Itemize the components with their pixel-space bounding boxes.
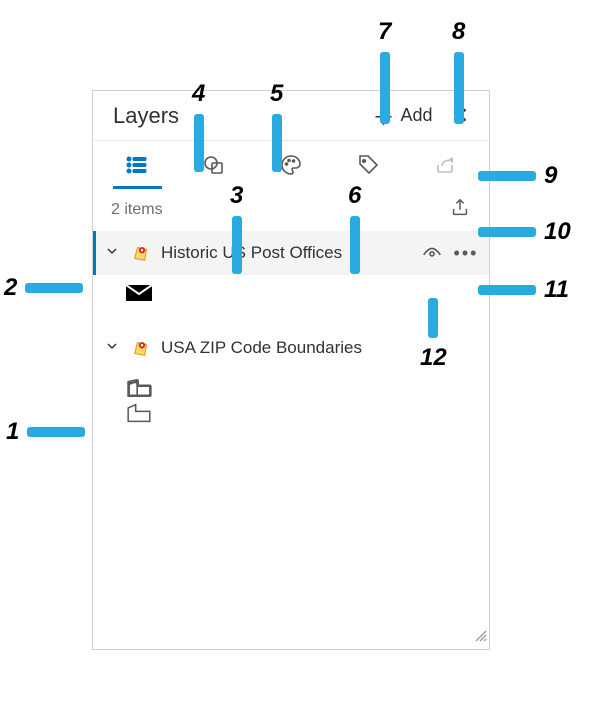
callout-3: 3 — [230, 182, 243, 274]
tab-list[interactable] — [99, 141, 176, 189]
callout-11: 11 — [478, 276, 569, 304]
share-icon — [433, 153, 457, 177]
callout-5: 5 — [270, 80, 283, 172]
layer-label: Historic US Post Offices — [161, 243, 411, 263]
item-count-text: 2 items — [111, 201, 163, 219]
callout-6: 6 — [348, 182, 361, 274]
tab-bar — [93, 141, 489, 189]
callout-4: 4 — [192, 80, 205, 172]
add-button-label: Add — [401, 105, 433, 126]
layer-row-historic-post-offices[interactable]: Historic US Post Offices ••• — [93, 231, 489, 275]
resize-grip[interactable] — [473, 628, 487, 647]
polygon-icon — [125, 403, 153, 423]
add-button[interactable]: ＋ Add — [363, 94, 443, 138]
tab-labels[interactable] — [329, 141, 406, 189]
eye-partial-icon — [421, 242, 443, 264]
expand-toggle[interactable] — [101, 338, 123, 359]
panel-title: Layers — [113, 103, 363, 129]
polygon-icon — [125, 378, 153, 398]
more-options-button[interactable]: ••• — [453, 243, 479, 264]
tag-icon — [356, 153, 380, 177]
callout-2: 2 — [4, 274, 83, 302]
callout-8: 8 — [452, 18, 465, 124]
callout-10: 10 — [478, 218, 571, 246]
item-count-row: 2 items — [93, 189, 489, 231]
layer-symbology — [93, 370, 489, 441]
feature-layer-icon — [131, 242, 153, 264]
panel-header: Layers ＋ Add ✕ — [93, 91, 489, 141]
callout-9: 9 — [478, 162, 557, 190]
callout-1: 1 — [6, 418, 85, 446]
ellipsis-icon: ••• — [454, 243, 479, 264]
visibility-toggle[interactable] — [419, 242, 445, 264]
envelope-icon — [125, 283, 153, 303]
export-icon — [449, 197, 471, 219]
resize-icon — [473, 628, 487, 642]
expand-toggle[interactable] — [101, 243, 123, 264]
chevron-down-icon — [104, 338, 120, 354]
callout-7: 7 — [378, 18, 391, 124]
chevron-down-icon — [104, 243, 120, 259]
shapes-overlap-icon — [202, 153, 226, 177]
export-button[interactable] — [449, 197, 471, 224]
list-icon — [125, 153, 149, 177]
callout-12: 12 — [420, 298, 447, 372]
feature-layer-icon — [131, 337, 153, 359]
tab-styles[interactable] — [253, 141, 330, 189]
tab-share[interactable] — [406, 141, 483, 189]
